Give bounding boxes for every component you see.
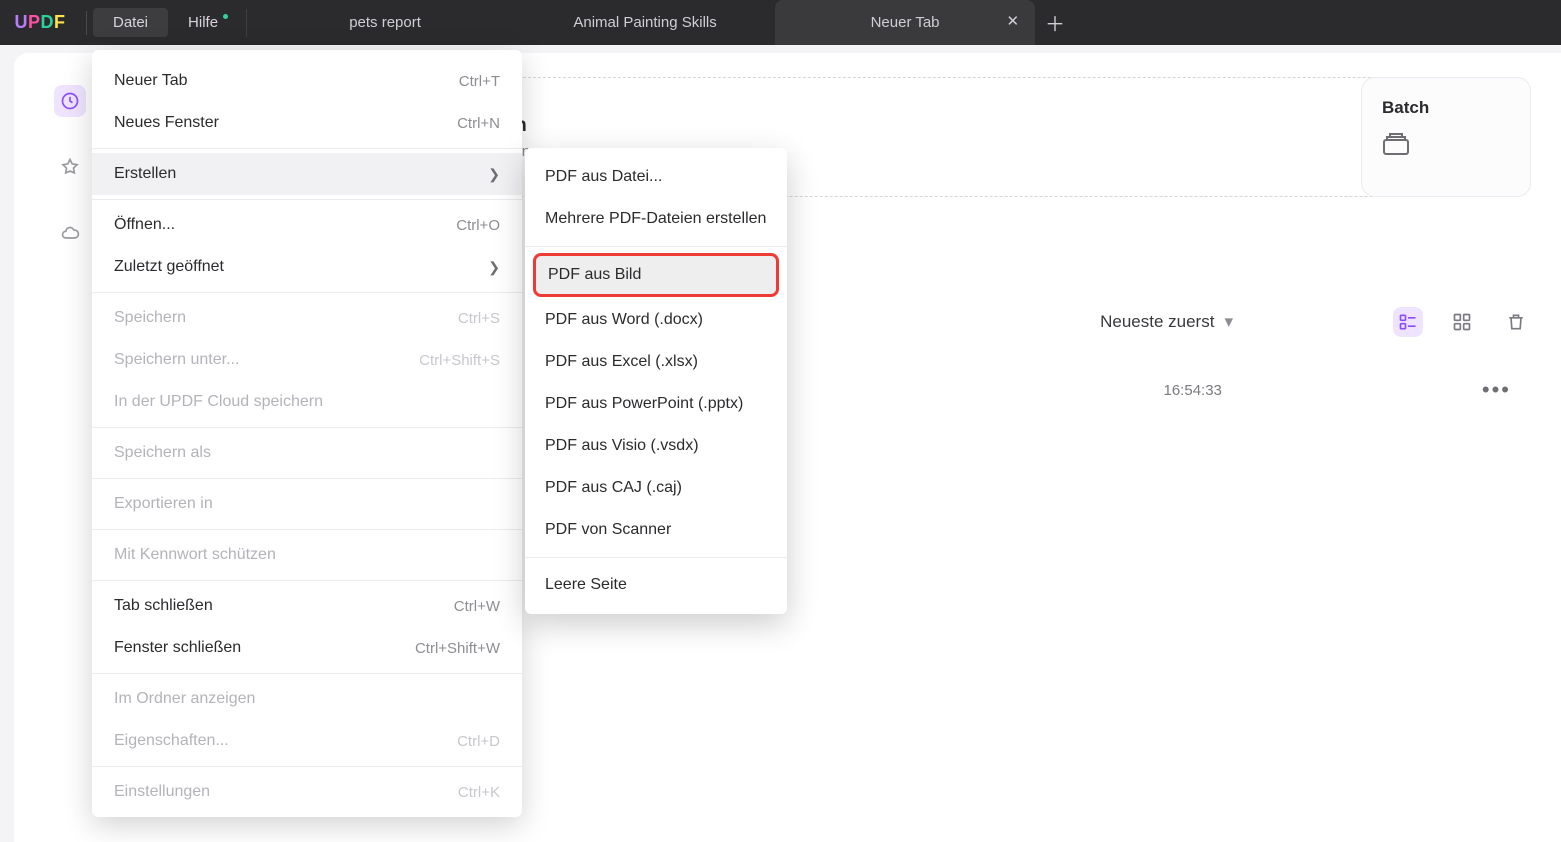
sort-label: Neueste zuerst: [1100, 312, 1214, 332]
cloud-icon: [54, 217, 86, 249]
tab-new-label: Neuer Tab: [871, 14, 940, 31]
menu-item-save-as2: Speichern als: [92, 432, 522, 474]
batch-icon: [1382, 132, 1510, 163]
menu-item-new-window[interactable]: Neues FensterCtrl+N: [92, 102, 522, 144]
menu-item-save-as: Speichern unter...Ctrl+Shift+S: [92, 339, 522, 381]
file-menu-dropdown: Neuer TabCtrl+T Neues FensterCtrl+N Erst…: [92, 50, 522, 817]
submenu-multi-pdf[interactable]: Mehrere PDF-Dateien erstellen: [525, 198, 787, 240]
separator: [92, 199, 522, 200]
menu-item-create[interactable]: Erstellen❯: [92, 153, 522, 195]
submenu-pdf-from-caj[interactable]: PDF aus CAJ (.caj): [525, 467, 787, 509]
submenu-blank-page[interactable]: Leere Seite: [525, 564, 787, 606]
star-icon: [54, 151, 86, 183]
tab-new[interactable]: Neuer Tab ✕: [775, 0, 1035, 45]
batch-title: Batch: [1382, 98, 1510, 118]
caret-down-icon: ▾: [1224, 312, 1233, 332]
separator: [246, 9, 247, 37]
tab-strip: pets report Animal Painting Skills Neuer…: [255, 0, 1561, 45]
app-logo: UPDF: [0, 12, 80, 33]
view-switcher: [1393, 307, 1531, 337]
menu-item-close-tab[interactable]: Tab schließenCtrl+W: [92, 585, 522, 627]
separator: [525, 246, 787, 247]
menu-item-save-cloud: In der UPDF Cloud speichern: [92, 381, 522, 423]
separator: [92, 766, 522, 767]
delete-button[interactable]: [1501, 307, 1531, 337]
menu-item-protect: Mit Kennwort schützen: [92, 534, 522, 576]
list-view-button[interactable]: [1393, 307, 1423, 337]
batch-card[interactable]: Batch: [1361, 77, 1531, 197]
separator: [92, 478, 522, 479]
more-icon[interactable]: •••: [1482, 377, 1511, 403]
submenu-pdf-from-scanner[interactable]: PDF von Scanner: [525, 509, 787, 551]
update-dot-icon: [223, 14, 228, 19]
submenu-pdf-from-ppt[interactable]: PDF aus PowerPoint (.pptx): [525, 383, 787, 425]
separator: [86, 11, 87, 35]
separator: [92, 292, 522, 293]
separator: [92, 427, 522, 428]
menu-file[interactable]: Datei: [93, 8, 168, 37]
separator: [92, 673, 522, 674]
separator: [92, 148, 522, 149]
menu-item-new-tab[interactable]: Neuer TabCtrl+T: [92, 60, 522, 102]
menu-item-save: SpeichernCtrl+S: [92, 297, 522, 339]
close-icon[interactable]: ✕: [1006, 12, 1019, 30]
separator: [92, 580, 522, 581]
menu-item-recent[interactable]: Zuletzt geöffnet❯: [92, 246, 522, 288]
menu-bar: Datei Hilfe: [93, 8, 238, 37]
menu-item-close-window[interactable]: Fenster schließenCtrl+Shift+W: [92, 627, 522, 669]
tab-animal-painting[interactable]: Animal Painting Skills: [515, 0, 775, 45]
create-submenu: PDF aus Datei... Mehrere PDF-Dateien ers…: [525, 148, 787, 614]
separator: [525, 557, 787, 558]
menu-item-reveal: Im Ordner anzeigen: [92, 678, 522, 720]
clock-icon: [54, 85, 86, 117]
menu-help[interactable]: Hilfe: [168, 8, 238, 37]
submenu-pdf-from-excel[interactable]: PDF aus Excel (.xlsx): [525, 341, 787, 383]
menu-item-open[interactable]: Öffnen...Ctrl+O: [92, 204, 522, 246]
submenu-pdf-from-image[interactable]: PDF aus Bild: [533, 253, 779, 297]
file-time: 16:54:33: [1164, 382, 1222, 399]
sort-dropdown[interactable]: Neueste zuerst ▾: [1100, 312, 1233, 332]
submenu-pdf-from-word[interactable]: PDF aus Word (.docx): [525, 299, 787, 341]
menu-item-properties: Eigenschaften...Ctrl+D: [92, 720, 522, 762]
chevron-right-icon: ❯: [488, 259, 500, 276]
tab-pets-report[interactable]: pets report: [255, 0, 515, 45]
new-tab-button[interactable]: ＋: [1035, 0, 1075, 45]
submenu-pdf-from-file[interactable]: PDF aus Datei...: [525, 156, 787, 198]
menu-help-label: Hilfe: [188, 14, 218, 31]
chevron-right-icon: ❯: [488, 166, 500, 183]
grid-view-button[interactable]: [1447, 307, 1477, 337]
menu-item-settings: EinstellungenCtrl+K: [92, 771, 522, 813]
submenu-pdf-from-visio[interactable]: PDF aus Visio (.vsdx): [525, 425, 787, 467]
menu-item-export: Exportieren in: [92, 483, 522, 525]
title-bar: UPDF Datei Hilfe pets report Animal Pain…: [0, 0, 1561, 45]
separator: [92, 529, 522, 530]
